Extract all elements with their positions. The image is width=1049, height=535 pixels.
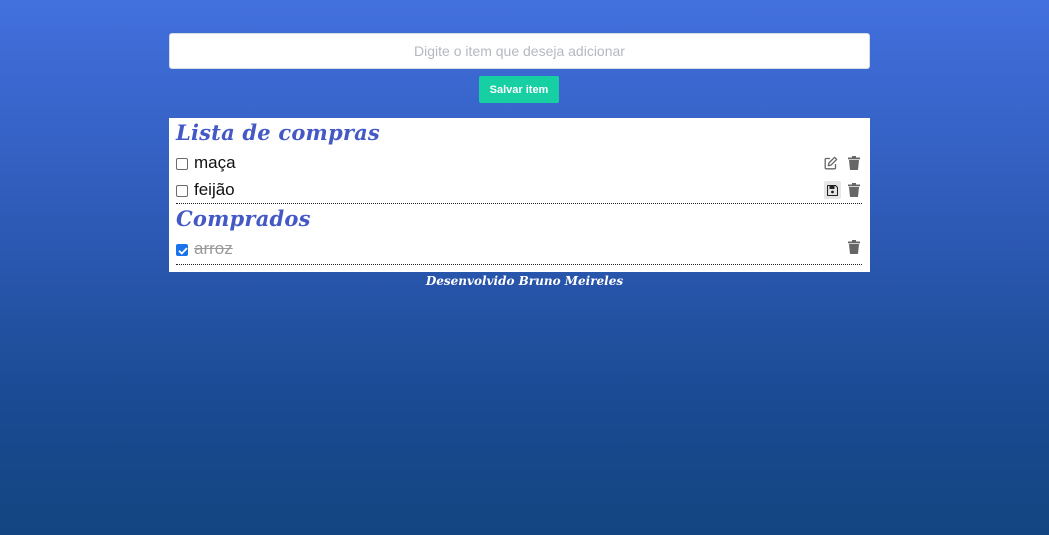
list-item: maça [169,152,862,176]
list-item: arroz [169,238,862,262]
list-panel: Lista de compras maça feijão Comprados a… [169,118,870,272]
item-label: feijão [194,180,235,199]
item-label: arroz [194,239,233,258]
item-checkbox-checked[interactable] [176,244,188,256]
list-item: feijão [169,179,862,203]
item-checkbox[interactable] [176,158,188,170]
item-checkbox[interactable] [176,185,188,197]
footer-credit: Desenvolvido Bruno Meireles [425,274,624,288]
item-label: maça [194,153,236,172]
purchased-title: Comprados [176,206,311,231]
save-icon[interactable] [824,181,841,199]
list-divider [176,203,862,204]
edit-icon[interactable] [822,154,839,172]
shopping-list-title: Lista de compras [176,120,380,145]
trash-icon[interactable] [845,238,862,256]
new-item-field-container [169,33,870,69]
list-divider [176,264,862,265]
new-item-input[interactable] [170,34,869,68]
save-item-button[interactable]: Salvar item [479,76,559,103]
trash-icon[interactable] [845,154,862,172]
trash-icon[interactable] [845,181,862,199]
